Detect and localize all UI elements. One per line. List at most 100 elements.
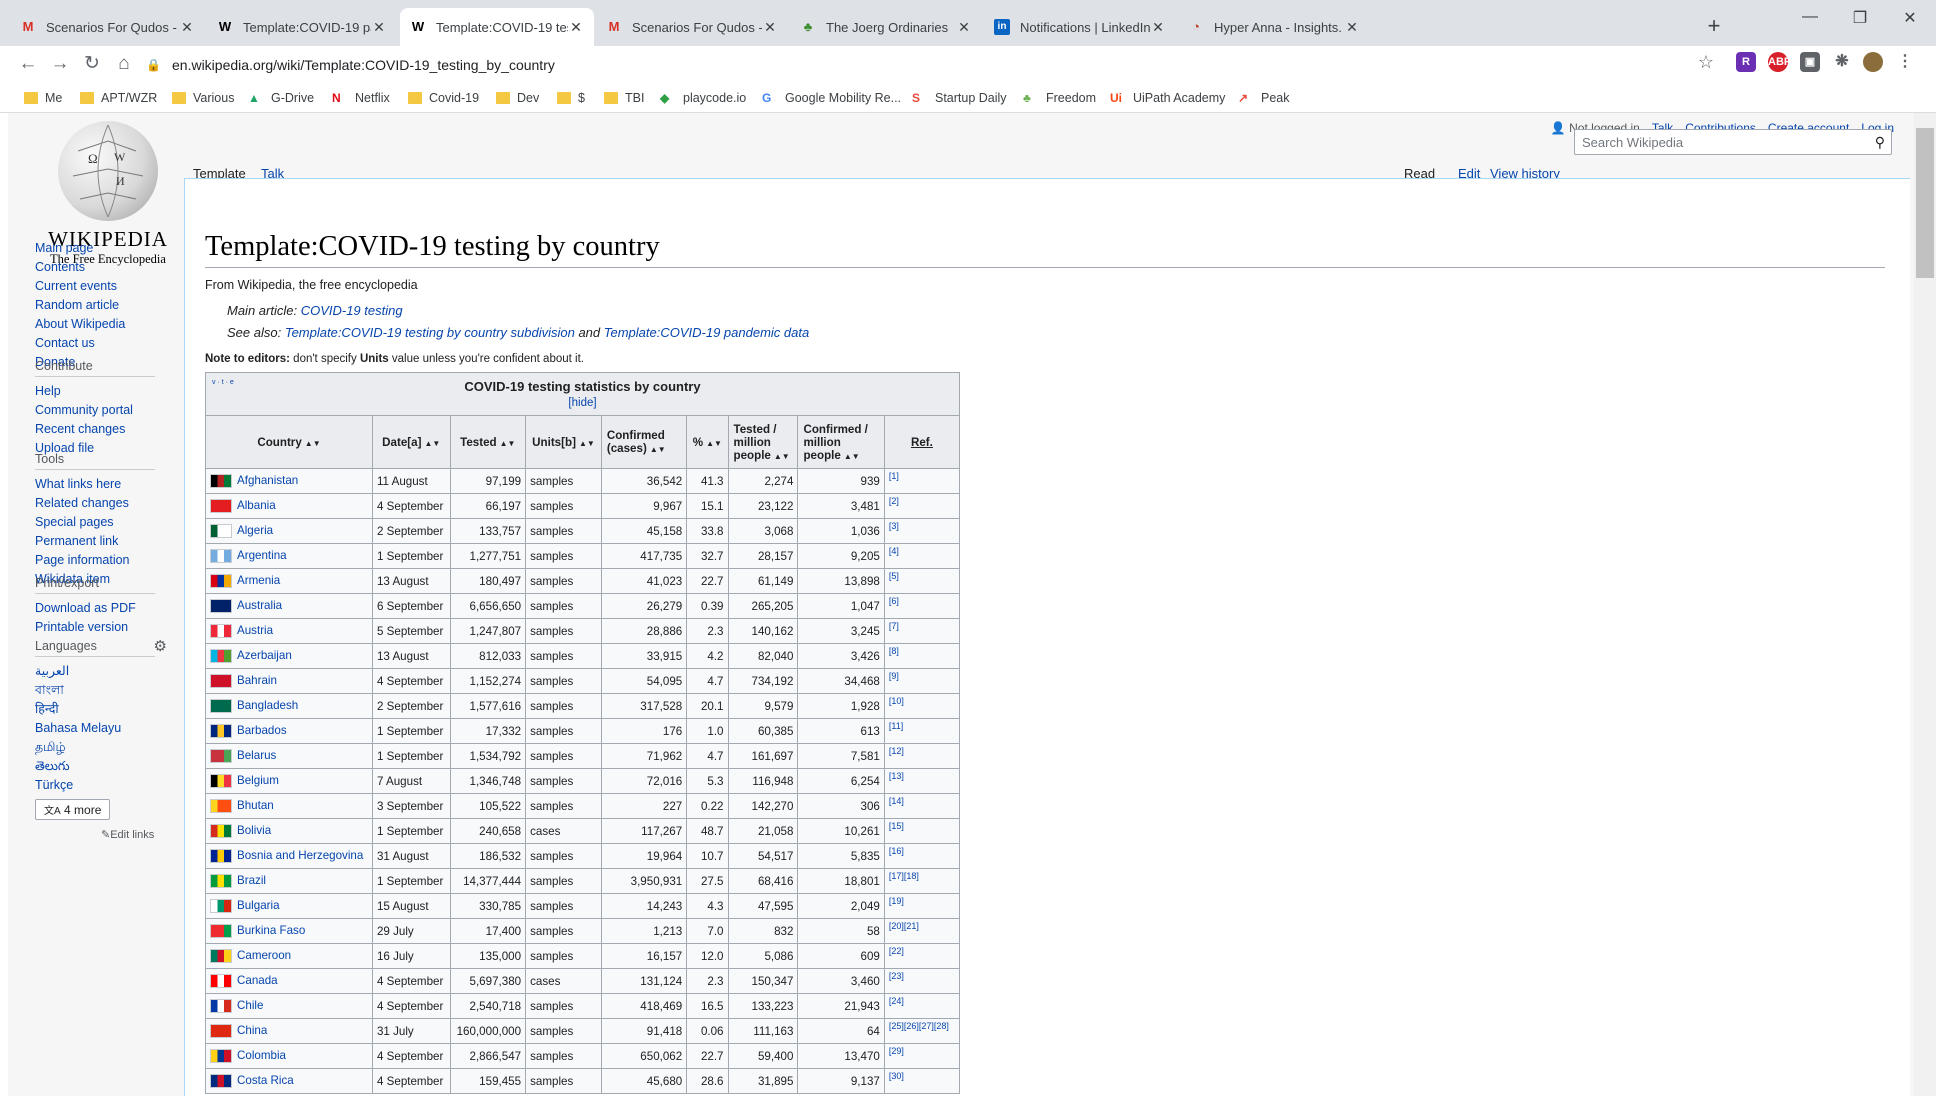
reference-link[interactable]: [29]	[883, 1043, 961, 1069]
sidebar-item-tools-2[interactable]: Special pages	[35, 513, 155, 532]
tab-5[interactable]: in Notifications | LinkedIn ✕	[984, 8, 1176, 46]
sort-arrows-icon[interactable]: ▲▼	[650, 445, 666, 454]
reference-link[interactable]: [9]	[883, 668, 961, 694]
bookmark-6[interactable]: Dev	[496, 84, 539, 112]
bookmark-14[interactable]: ↗ Peak	[1238, 84, 1290, 112]
extension-r-icon[interactable]: R	[1736, 52, 1756, 72]
reference-link[interactable]: [25][26][27][28]	[883, 1018, 961, 1044]
gear-icon[interactable]: ⚙	[154, 637, 167, 655]
country-cell[interactable]: Bahrain	[205, 668, 373, 694]
see-also-link-subdivision[interactable]: Template:COVID-19 testing by country sub…	[285, 325, 575, 340]
country-cell[interactable]: Azerbaijan	[205, 643, 373, 669]
country-cell[interactable]: Armenia	[205, 568, 373, 594]
sort-arrows-icon[interactable]: ▲▼	[579, 439, 595, 448]
reference-link[interactable]: [14]	[883, 793, 961, 819]
country-cell[interactable]: Bulgaria	[205, 893, 373, 919]
country-name[interactable]: Afghanistan	[237, 474, 298, 487]
minimize-icon[interactable]: —	[1790, 8, 1830, 32]
column-header-units[interactable]: Units[b] ▲▼	[525, 415, 602, 469]
back-icon[interactable]: ←	[14, 50, 42, 78]
tab-6[interactable]: ◔ Hyper Anna - Insights. Not anoth✕	[1178, 8, 1370, 46]
sidebar-item-nav-3[interactable]: Random article	[35, 296, 125, 315]
more-languages-button[interactable]: 文A 4 more	[35, 799, 111, 820]
country-name[interactable]: Bolivia	[237, 824, 271, 837]
sidebar-item-print-1[interactable]: Printable version	[35, 618, 155, 637]
reference-link[interactable]: [4]	[883, 543, 961, 569]
sort-arrows-icon[interactable]: ▲▼	[500, 439, 516, 448]
close-window-icon[interactable]: ✕	[1890, 8, 1930, 32]
tab-1[interactable]: W Template:COVID-19 pandemic da✕	[207, 8, 397, 46]
close-icon[interactable]: ✕	[371, 19, 387, 36]
column-header-ref[interactable]: Ref.	[883, 415, 961, 469]
new-tab-button[interactable]: +	[1700, 12, 1728, 40]
column-header-tested-per-million[interactable]: Tested / million people ▲▼	[727, 415, 799, 469]
reference-link[interactable]: [20][21]	[883, 918, 961, 944]
country-name[interactable]: Argentina	[237, 549, 287, 562]
reference-link[interactable]: [13]	[883, 768, 961, 794]
country-name[interactable]: Bosnia and Herzegovina	[237, 849, 363, 862]
country-cell[interactable]: Australia	[205, 593, 373, 619]
sort-arrows-icon[interactable]: ▲▼	[706, 439, 722, 448]
reference-link[interactable]: [23]	[883, 968, 961, 994]
sidebar-item-language-4[interactable]: தமிழ்	[35, 738, 155, 757]
sidebar-item-language-3[interactable]: Bahasa Melayu	[35, 719, 155, 738]
reference-link[interactable]: [19]	[883, 893, 961, 919]
restore-icon[interactable]: ❐	[1840, 8, 1880, 32]
country-name[interactable]: Costa Rica	[237, 1074, 294, 1087]
close-icon[interactable]: ✕	[568, 19, 584, 36]
country-name[interactable]: Belgium	[237, 774, 279, 787]
country-name[interactable]: China	[237, 1024, 267, 1037]
country-cell[interactable]: Bangladesh	[205, 693, 373, 719]
extensions-puzzle-icon[interactable]: ❋	[1832, 52, 1852, 72]
sidebar-item-tools-4[interactable]: Page information	[35, 551, 155, 570]
sidebar-item-nav-4[interactable]: About Wikipedia	[35, 315, 125, 334]
country-name[interactable]: Canada	[237, 974, 278, 987]
sidebar-item-nav-0[interactable]: Main page	[35, 239, 125, 258]
country-cell[interactable]: China	[205, 1018, 373, 1044]
column-header-tested[interactable]: Tested ▲▼	[449, 415, 527, 469]
country-name[interactable]: Burkina Faso	[237, 924, 305, 937]
column-header-confirmed[interactable]: Confirmed (cases) ▲▼	[600, 415, 688, 469]
reference-link[interactable]: [11]	[883, 718, 961, 744]
country-name[interactable]: Algeria	[237, 524, 273, 537]
country-name[interactable]: Brazil	[237, 874, 266, 887]
country-name[interactable]: Australia	[237, 599, 282, 612]
sidebar-item-contribute-1[interactable]: Community portal	[35, 401, 155, 420]
forward-icon[interactable]: →	[46, 50, 74, 78]
sidebar-item-nav-1[interactable]: Contents	[35, 258, 125, 277]
country-name[interactable]: Armenia	[237, 574, 280, 587]
sort-arrows-icon[interactable]: ▲▼	[774, 452, 790, 461]
bookmark-10[interactable]: G Google Mobility Re...	[762, 84, 901, 112]
column-header-date[interactable]: Date[a] ▲▼	[371, 415, 451, 469]
search-icon[interactable]: ⚲	[1875, 134, 1885, 151]
sidebar-item-nav-2[interactable]: Current events	[35, 277, 125, 296]
sidebar-item-language-0[interactable]: العربية	[35, 662, 155, 681]
country-cell[interactable]: Albania	[205, 493, 373, 519]
reference-link[interactable]: [1]	[883, 468, 961, 494]
bookmark-11[interactable]: S Startup Daily	[912, 84, 1007, 112]
reference-link[interactable]: [16]	[883, 843, 961, 869]
reference-link[interactable]: [22]	[883, 943, 961, 969]
sort-arrows-icon[interactable]: ▲▼	[844, 452, 860, 461]
reference-link[interactable]: [30]	[883, 1068, 961, 1094]
reload-icon[interactable]: ↻	[78, 50, 106, 78]
sidebar-item-contribute-0[interactable]: Help	[35, 382, 155, 401]
scrollbar-thumb[interactable]	[1916, 128, 1934, 278]
bookmark-5[interactable]: Covid-19	[408, 84, 479, 112]
reference-link[interactable]: [2]	[883, 493, 961, 519]
sidebar-item-contribute-2[interactable]: Recent changes	[35, 420, 155, 439]
profile-avatar[interactable]	[1863, 52, 1883, 72]
reference-link[interactable]: [12]	[883, 743, 961, 769]
extension-shield-icon[interactable]: ▣	[1800, 52, 1820, 72]
main-article-link[interactable]: COVID-19 testing	[301, 303, 403, 318]
reference-link[interactable]: [24]	[883, 993, 961, 1019]
bookmark-3[interactable]: ▲ G-Drive	[248, 84, 314, 112]
close-icon[interactable]: ✕	[1344, 19, 1360, 36]
sidebar-item-tools-3[interactable]: Permanent link	[35, 532, 155, 551]
sidebar-item-language-5[interactable]: తెలుగు	[35, 757, 155, 776]
country-name[interactable]: Bulgaria	[237, 899, 280, 912]
country-name[interactable]: Austria	[237, 624, 273, 637]
sort-arrows-icon[interactable]: ▲▼	[305, 439, 321, 448]
edit-links[interactable]: ✎Edit links	[101, 828, 155, 841]
reference-link[interactable]: [6]	[883, 593, 961, 619]
